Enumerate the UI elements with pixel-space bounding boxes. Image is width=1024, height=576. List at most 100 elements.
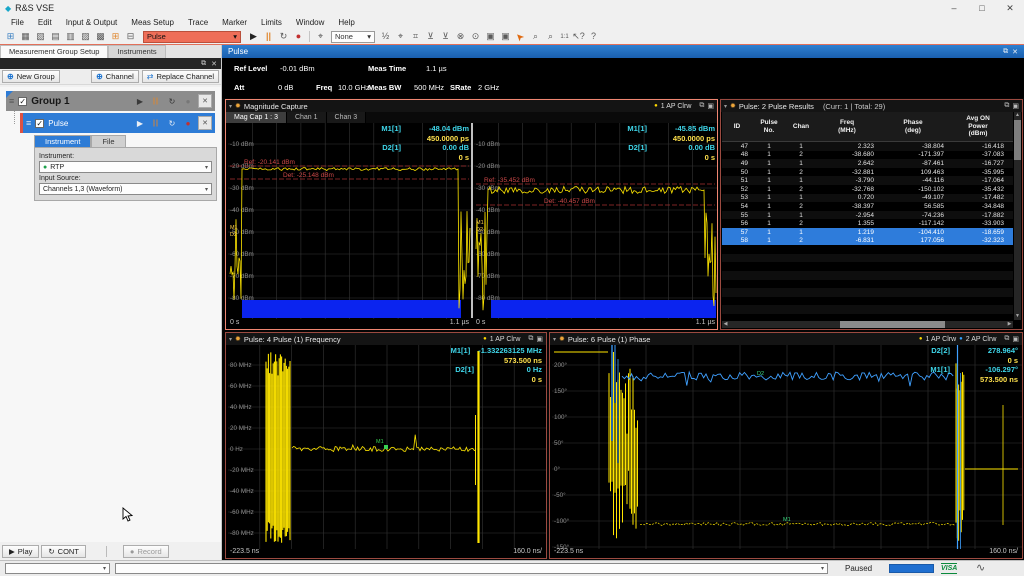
instrument-dropdown[interactable]: ● RTP ▾ — [39, 161, 212, 173]
meas-report-icon[interactable]: ▥ — [63, 30, 78, 43]
record-button[interactable]: ●Record — [123, 545, 169, 558]
marker-all-off-icon[interactable]: ⊗ — [453, 30, 468, 43]
menu-item-window[interactable]: Window — [289, 18, 331, 27]
capture1-icon[interactable]: ▣ — [483, 30, 498, 43]
channel-undock-icon[interactable]: ⧉ — [1003, 48, 1008, 56]
window-undock-icon[interactable]: ⧉ — [699, 102, 704, 110]
pulse-frequency-titlebar[interactable]: ▾ ✹ Pulse: 4 Pulse (1) Frequency ● 1 AP … — [226, 333, 546, 345]
channel-pause-icon[interactable]: || — [150, 120, 162, 127]
group-row[interactable]: ≡ ✓ Group 1 ▶ || ↻ ● ✕ — [6, 91, 215, 111]
tab-instrument[interactable]: Instrument — [34, 135, 91, 147]
magnitude-graph-chan1[interactable]: -10 dBm-20 dBm-30 dBm-40 dBm-50 dBm-60 d… — [228, 123, 471, 319]
window-undock-icon[interactable]: ⧉ — [1004, 335, 1009, 343]
open-icon[interactable]: ▧ — [33, 30, 48, 43]
pulse-phase-window[interactable]: ▾ ✹ Pulse: 6 Pulse (1) Phase ● 1 AP Clrw… — [549, 332, 1023, 559]
print-icon[interactable]: ▨ — [78, 30, 93, 43]
marker-func2-icon[interactable]: ⊻ — [438, 30, 453, 43]
menu-item-marker[interactable]: Marker — [215, 18, 254, 27]
group-checkbox[interactable]: ✓ — [18, 97, 27, 106]
drag-grip-icon[interactable]: ≡ — [26, 118, 31, 128]
pulse-result-row[interactable]: 4812-38.680-171.397-37.083 — [722, 151, 1013, 160]
status-dropdown[interactable]: ▾ — [5, 563, 110, 574]
channel-tab-bar[interactable]: Pulse ⧉ ✕ — [222, 45, 1024, 58]
pulse-frequency-window[interactable]: ▾ ✹ Pulse: 4 Pulse (1) Frequency ● 1 AP … — [225, 332, 547, 559]
pulse-result-row[interactable]: 53110.720-49.107-17.482 — [722, 194, 1013, 203]
pulse-result-row[interactable]: 5812-6.831177.056-32.323 — [722, 237, 1013, 246]
group-continuous-icon[interactable]: ↻ — [166, 97, 178, 106]
tab-file[interactable]: File — [91, 135, 125, 147]
add-channel-button[interactable]: ⊕ Channel — [91, 70, 139, 83]
tile-layout-icon[interactable]: ⊞ — [3, 30, 18, 43]
pulse-result-row[interactable]: 5111-3.790-44.116-17.064 — [722, 176, 1013, 185]
magnitude-capture-window[interactable]: ▾ ✹ Magnitude Capture ● 1 AP Clrw ⧉ ▣ Ma… — [225, 99, 718, 330]
save-icon[interactable]: ▦ — [18, 30, 33, 43]
marker-func1-icon[interactable]: ⊻ — [423, 30, 438, 43]
window-delete-icon[interactable]: ▣ — [1012, 102, 1019, 110]
marker-select[interactable]: None▾ — [331, 31, 375, 43]
window-undock-icon[interactable]: ⧉ — [1004, 102, 1009, 110]
group-play-icon[interactable]: ▶ — [134, 97, 146, 106]
report-icon[interactable]: ▤ — [48, 30, 63, 43]
menu-item-help[interactable]: Help — [331, 18, 361, 27]
pulse-result-row[interactable]: 49112.642-87.461-16.727 — [722, 159, 1013, 168]
pulse-result-row[interactable]: 47112.323-38.804-16.418 — [722, 142, 1013, 151]
capture2-icon[interactable]: ▣ — [498, 30, 513, 43]
chevron-down-icon[interactable]: ▾ — [724, 103, 727, 110]
play-button[interactable]: ▶Play — [2, 545, 39, 558]
freq-value[interactable]: 10.0 GHz — [338, 83, 370, 92]
tab-chan1[interactable]: Chan 1 — [287, 112, 327, 123]
meas-bw-value[interactable]: 500 MHz — [414, 83, 444, 92]
screenshot-icon[interactable]: ▩ — [93, 30, 108, 43]
pulse-result-row[interactable]: 5212-32.768-150.102-35.432 — [722, 185, 1013, 194]
pulse-result-row[interactable]: 5511-2.954-74.236-17.882 — [722, 211, 1013, 220]
channel-row-pulse[interactable]: ≡ ✓ Pulse ▶ || ↻ ● ✕ — [20, 113, 215, 133]
ref-level-value[interactable]: -0.01 dBm — [280, 64, 315, 73]
tab-mag-cap[interactable]: Mag Cap 1 : 3 — [226, 112, 287, 123]
window-undock-icon[interactable]: ⧉ — [528, 335, 533, 343]
channel-play-icon[interactable]: ▶ — [134, 119, 146, 128]
pulse-result-row[interactable]: 5412-38.39756.585-34.848 — [722, 202, 1013, 211]
menu-item-trace[interactable]: Trace — [181, 18, 215, 27]
channel-continuous-icon[interactable]: ↻ — [166, 119, 178, 128]
panel-close-icon[interactable]: ✕ — [211, 60, 217, 68]
channel-checkbox[interactable]: ✓ — [35, 119, 44, 128]
srate-value[interactable]: 2 GHz — [478, 83, 499, 92]
panel-undock-icon[interactable]: ⧉ — [201, 60, 206, 68]
zoom-reset-icon[interactable]: 1:1 — [558, 34, 571, 40]
marker-to-peak-icon[interactable]: ⌗ — [408, 30, 423, 43]
delta-marker-icon[interactable]: ⌖ — [393, 30, 408, 43]
tab-measurement-group-setup[interactable]: Measurement Group Setup — [0, 45, 108, 58]
channel-select[interactable]: Pulse▾ — [143, 31, 241, 43]
pulse-phase-titlebar[interactable]: ▾ ✹ Pulse: 6 Pulse (1) Phase ● 1 AP Clrw… — [550, 333, 1022, 345]
window-delete-icon[interactable]: ▣ — [536, 335, 543, 343]
tab-instruments[interactable]: Instruments — [108, 45, 165, 58]
frequency-graph[interactable]: 80 MHz60 MHz40 MHz20 MHz0 Hz-20 MHz-40 M… — [228, 345, 544, 547]
menu-item-file[interactable]: File — [4, 18, 31, 27]
group-record-icon[interactable]: ● — [182, 97, 194, 106]
input-source-dropdown[interactable]: Channels 1,3 (Waveform) ▾ — [39, 183, 212, 195]
continuous-icon[interactable]: ↻ — [276, 30, 291, 43]
channel-close-icon[interactable]: ✕ — [1012, 48, 1018, 56]
scroll-thumb[interactable] — [840, 321, 945, 328]
minimize-button[interactable]: – — [940, 0, 968, 16]
zoom-out-icon[interactable]: ⌕ — [543, 30, 558, 43]
phase-graph[interactable]: 200°150°100°50°0°-50°-100°-150°D2M1 D2[2… — [552, 345, 1020, 547]
marker-ratio-icon[interactable]: ½ — [378, 30, 393, 43]
channel-close-button[interactable]: ✕ — [198, 116, 212, 130]
menu-item-limits[interactable]: Limits — [254, 18, 289, 27]
new-group-button[interactable]: ⊕ New Group — [2, 70, 60, 83]
maximize-button[interactable]: □ — [968, 0, 996, 16]
group-pause-icon[interactable]: || — [150, 98, 162, 105]
menu-item-edit[interactable]: Edit — [31, 18, 59, 27]
pulse-result-row[interactable]: 57111.219-104.410-18.659 — [722, 228, 1013, 237]
scroll-thumb[interactable] — [1014, 120, 1021, 160]
horizontal-scrollbar[interactable]: ◀ ▶ — [722, 321, 1013, 328]
pulse-result-row[interactable]: 5012-32.881109.463-35.995 — [722, 168, 1013, 177]
window-delete-icon[interactable]: ▣ — [707, 102, 714, 110]
pulse-results-window[interactable]: ▾ ✹ Pulse: 2 Pulse Results (Curr: 1 | To… — [720, 99, 1023, 330]
vertical-scrollbar[interactable]: ▲ ▼ — [1014, 112, 1021, 320]
chevron-down-icon[interactable]: ▾ — [229, 336, 232, 343]
tab-chan3[interactable]: Chan 3 — [327, 112, 367, 123]
meas-time-value[interactable]: 1.1 µs — [426, 64, 447, 73]
window-delete-icon[interactable]: ▣ — [1012, 335, 1019, 343]
